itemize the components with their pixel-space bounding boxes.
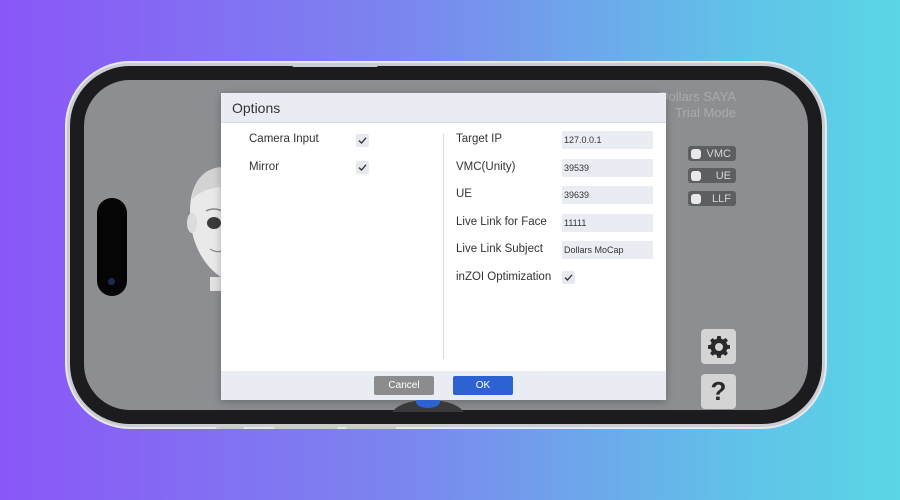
target-ip-label: Target IP <box>456 133 503 145</box>
ue-label: UE <box>456 188 472 200</box>
dialog-footer <box>221 371 666 400</box>
phone-volume-button <box>216 425 244 429</box>
settings-button[interactable] <box>701 329 736 364</box>
toggle-knob <box>691 170 701 181</box>
options-dialog: Options Camera Input Mirror Target IP VM… <box>221 93 666 400</box>
toggle-knob <box>691 193 701 204</box>
ok-button[interactable]: OK <box>453 376 513 395</box>
inzoi-optimization-label: inZOI Optimization <box>456 271 552 283</box>
camera-input-label: Camera Input <box>249 133 319 145</box>
checkmark-icon <box>564 274 573 281</box>
help-icon: ? <box>710 376 727 406</box>
trial-mode-label: Trial Mode <box>675 105 736 120</box>
dialog-title: Options <box>232 99 281 116</box>
live-link-subject-label: Live Link Subject <box>456 243 543 255</box>
live-link-face-input[interactable] <box>562 214 653 232</box>
toggle-label: VMC <box>706 147 731 160</box>
toggle-label: LLF <box>712 192 731 205</box>
phone-side-button <box>292 63 378 67</box>
dialog-header: Options <box>221 93 666 123</box>
column-divider <box>443 134 444 359</box>
avatar-body <box>392 400 464 412</box>
phone-volume-button <box>274 425 338 429</box>
toggle-vmc[interactable]: VMC <box>688 146 736 161</box>
checkmark-icon <box>358 164 367 171</box>
mirror-label: Mirror <box>249 161 280 173</box>
help-button[interactable]: ? <box>701 374 736 409</box>
toggle-knob <box>691 148 701 159</box>
checkmark-icon <box>358 137 367 144</box>
vmc-unity-label: VMC(Unity) <box>456 161 516 173</box>
camera-lens <box>108 278 115 285</box>
toggle-label: UE <box>715 169 731 182</box>
live-link-subject-input[interactable] <box>562 241 653 259</box>
phone-volume-button <box>346 425 396 429</box>
toggle-llf[interactable]: LLF <box>688 191 736 206</box>
toggle-ue[interactable]: UE <box>688 168 736 183</box>
vmc-unity-input[interactable] <box>562 159 653 177</box>
gear-icon <box>707 335 730 358</box>
mirror-checkbox[interactable] <box>356 161 369 174</box>
live-link-face-label: Live Link for Face <box>456 216 547 228</box>
avatar-head <box>187 167 224 291</box>
cancel-button[interactable]: Cancel <box>374 376 434 395</box>
app-title: Dollars SAYA <box>659 89 736 104</box>
ue-input[interactable] <box>562 186 653 204</box>
inzoi-optimization-checkbox[interactable] <box>562 271 575 284</box>
camera-input-checkbox[interactable] <box>356 134 369 147</box>
target-ip-input[interactable] <box>562 131 653 149</box>
